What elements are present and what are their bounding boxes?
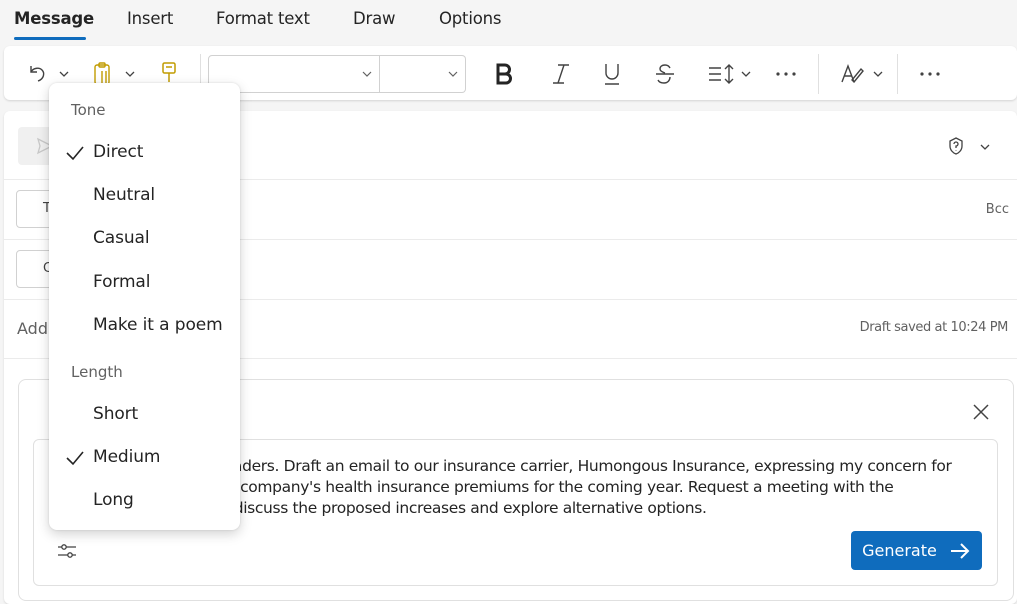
sensitivity-icon[interactable] [947, 136, 965, 156]
menu-item-label: Casual [93, 228, 150, 248]
menu-item-label: Long [93, 490, 134, 510]
tab-options[interactable]: Options [439, 9, 501, 28]
underline-icon[interactable] [602, 61, 622, 87]
format-painter-icon[interactable] [160, 61, 178, 85]
menu-header-length: Length [71, 363, 123, 381]
sensitivity-chevron-icon[interactable] [979, 143, 991, 151]
menu-item-casual[interactable]: Casual [49, 220, 240, 258]
active-tab-indicator [14, 37, 86, 40]
menu-item-short[interactable]: Short [49, 396, 240, 434]
chevron-down-icon [448, 71, 458, 77]
editor-chevron-icon[interactable] [872, 70, 884, 78]
paragraph-spacing-icon[interactable] [707, 62, 737, 86]
paragraph-spacing-chevron-icon[interactable] [740, 70, 752, 78]
menu-header-tone: Tone [71, 101, 106, 119]
menu-item-long[interactable]: Long [49, 482, 240, 520]
tone-length-menu: Tone Direct Neutral Casual Formal Make i… [49, 83, 240, 530]
tab-format-text[interactable]: Format text [216, 9, 310, 28]
checkmark-icon [66, 146, 84, 161]
draft-status: Draft saved at 10:24 PM [859, 320, 1009, 335]
bcc-link[interactable]: Bcc [986, 202, 1009, 217]
menu-item-make-it-a-poem[interactable]: Make it a poem [49, 307, 240, 345]
toolbar-separator [818, 54, 819, 94]
menu-item-label: Direct [93, 142, 144, 162]
menu-item-label: Formal [93, 272, 151, 292]
italic-icon[interactable] [550, 62, 572, 86]
strikethrough-icon[interactable] [654, 62, 676, 86]
tab-insert[interactable]: Insert [127, 9, 173, 28]
toolbar-separator [897, 54, 898, 94]
more-options-icon[interactable] [920, 72, 940, 76]
tab-message[interactable]: Message [14, 9, 94, 28]
generate-button[interactable]: Generate [851, 531, 982, 570]
undo-icon[interactable] [26, 62, 50, 86]
generate-button-label: Generate [862, 541, 937, 560]
bold-icon[interactable] [494, 62, 514, 86]
paste-dropdown-chevron-icon[interactable] [124, 70, 136, 78]
menu-item-formal[interactable]: Formal [49, 264, 240, 302]
adjust-settings-icon[interactable] [56, 540, 78, 562]
close-icon[interactable] [970, 401, 992, 423]
arrow-right-icon [950, 542, 970, 559]
menu-item-label: Neutral [93, 185, 156, 205]
menu-item-label: Short [93, 404, 139, 424]
chevron-down-icon [362, 71, 372, 77]
undo-dropdown-chevron-icon[interactable] [58, 70, 70, 78]
menu-item-label: Make it a poem [93, 315, 223, 335]
font-size-dropdown[interactable] [380, 55, 466, 93]
menu-item-neutral[interactable]: Neutral [49, 177, 240, 215]
menu-item-direct[interactable]: Direct [49, 134, 240, 172]
menu-item-label: Medium [93, 447, 161, 467]
tab-draw[interactable]: Draw [353, 9, 395, 28]
editor-icon[interactable] [840, 62, 866, 86]
ribbon-tabs: Message Insert Format text Draw Options [0, 0, 1017, 42]
checkmark-icon [66, 451, 84, 466]
more-formatting-icon[interactable] [776, 72, 796, 76]
menu-item-medium[interactable]: Medium [49, 439, 240, 477]
